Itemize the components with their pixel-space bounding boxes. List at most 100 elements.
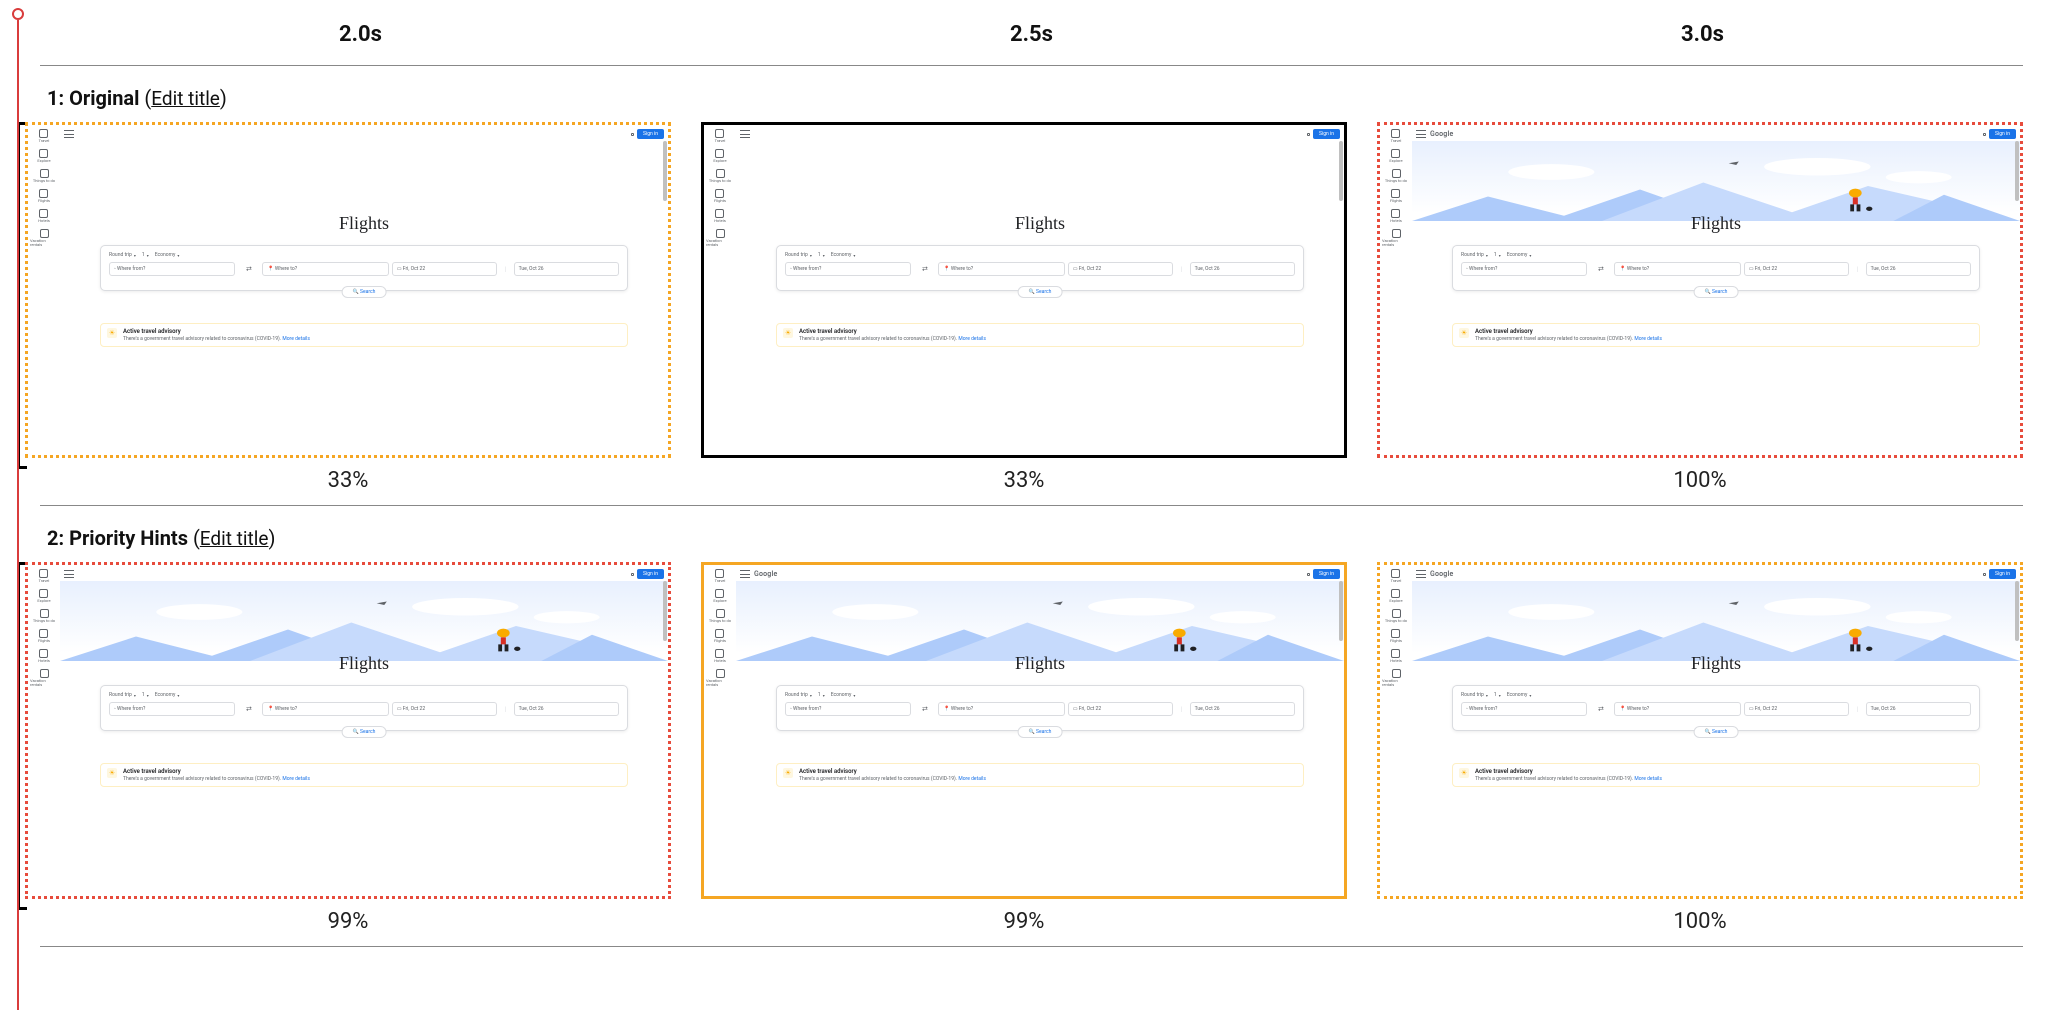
flights-page-title: Flights — [60, 653, 668, 674]
filmstrip-frame[interactable]: TravelExploreThings to doFlightsHotelsVa… — [701, 122, 1347, 493]
sidebar-item: Hotels — [38, 649, 50, 663]
signin-button: Sign in — [1989, 569, 2016, 579]
return-date-field: Tue, Oct 26 — [514, 262, 619, 276]
flights-hero — [1412, 141, 2020, 221]
time-label-1: 2.5s — [711, 22, 1352, 47]
flights-topbar: Sign in — [64, 127, 664, 141]
sidebar-item: Vacation rentals — [30, 669, 58, 687]
advisory-more-link: More details — [1634, 776, 1662, 782]
filmstrip-frame[interactable]: TravelExploreThings to doFlightsHotelsVa… — [25, 562, 671, 933]
row-title: 1: Original (Edit title) — [25, 66, 2023, 122]
pax-chip: 1 — [818, 692, 825, 698]
filmstrip-frame[interactable]: TravelExploreThings to doFlightsHotelsVa… — [25, 122, 671, 493]
advisory-more-link: More details — [958, 776, 986, 782]
sidebar-item: Travel — [1391, 129, 1402, 143]
signin-button: Sign in — [1313, 129, 1340, 139]
sidebar-item: Things to do — [33, 169, 55, 183]
flights-page-title: Flights — [1412, 213, 2020, 234]
frame-thumbnail[interactable]: TravelExploreThings to doFlightsHotelsVa… — [25, 562, 671, 898]
trip-chip: Round trip — [785, 252, 812, 258]
sidebar-item: Travel — [1391, 569, 1402, 583]
class-chip: Economy — [1507, 252, 1532, 258]
time-header-row: 2.0s 2.5s 3.0s — [25, 0, 2023, 65]
scrollbar-thumb — [1339, 581, 1343, 641]
pax-chip: 1 — [142, 692, 149, 698]
filmstrip-row: TravelExploreThings to doFlightsHotelsVa… — [25, 122, 2023, 493]
row-title: 2: Priority Hints (Edit title) — [25, 506, 2023, 562]
return-date-field: Tue, Oct 26 — [1866, 702, 1971, 716]
apps-icon — [631, 573, 634, 576]
time-label-0: 2.0s — [40, 22, 681, 47]
sidebar-item: Travel — [715, 569, 726, 583]
sidebar-item: Flights — [714, 189, 726, 203]
signin-button: Sign in — [637, 129, 664, 139]
filmstrip-frame[interactable]: TravelExploreThings to doFlightsHotelsVa… — [1377, 122, 2023, 493]
sidebar-item: Hotels — [38, 209, 50, 223]
flights-search-card: Round trip 1 Economy ◦ Where from? ⇄ 📍 W… — [776, 245, 1304, 291]
edit-title-link[interactable]: Edit title — [151, 87, 220, 110]
warning-icon: ☀ — [1459, 768, 1469, 778]
filmstrip-frame[interactable]: TravelExploreThings to doFlightsHotelsVa… — [701, 562, 1347, 933]
advisory-more-link: More details — [1634, 336, 1662, 342]
sidebar-item: Hotels — [714, 649, 726, 663]
sidebar-item: Hotels — [1390, 649, 1402, 663]
filmstrip-frame[interactable]: TravelExploreThings to doFlightsHotelsVa… — [1377, 562, 2023, 933]
class-chip: Economy — [831, 252, 856, 258]
to-field: 📍 Where to? — [938, 702, 1064, 716]
flights-screenshot: TravelExploreThings to doFlightsHotelsVa… — [704, 125, 1344, 455]
to-field: 📍 Where to? — [262, 262, 388, 276]
swap-icon: ⇄ — [1590, 702, 1611, 716]
visual-complete-pct: 33% — [328, 468, 369, 493]
frame-thumbnail[interactable]: TravelExploreThings to doFlightsHotelsVa… — [701, 122, 1347, 458]
frame-thumbnail[interactable]: TravelExploreThings to doFlightsHotelsVa… — [1377, 122, 2023, 458]
sidebar-item: Explore — [37, 149, 50, 163]
flights-screenshot: TravelExploreThings to doFlightsHotelsVa… — [28, 565, 668, 895]
sidebar-item: Things to do — [1385, 609, 1407, 623]
travel-advisory-banner: ☀ Active travel advisory There's a gover… — [776, 323, 1304, 347]
swap-icon: ⇄ — [238, 262, 259, 276]
class-chip: Economy — [155, 252, 180, 258]
flights-page-title: Flights — [736, 653, 1344, 674]
scrollbar-thumb — [2015, 141, 2019, 201]
flights-search-card: Round trip 1 Economy ◦ Where from? ⇄ 📍 W… — [1452, 685, 1980, 731]
advisory-more-link: More details — [282, 336, 310, 342]
sidebar-item: Travel — [715, 129, 726, 143]
time-label-2: 3.0s — [1382, 22, 2023, 47]
flights-hero — [60, 581, 668, 661]
scrollbar-thumb — [663, 141, 667, 201]
filmstrip-row: Travel Explore Things to do Flights Hotels Va… — [25, 562, 2023, 933]
frame-thumbnail[interactable]: TravelExploreThings to doFlightsHotelsVa… — [701, 562, 1347, 898]
signin-button: Sign in — [1989, 129, 2016, 139]
flights-topbar: Google Sign in — [740, 567, 1340, 581]
flights-topbar: Sign in — [64, 567, 664, 581]
warning-icon: ☀ — [783, 328, 793, 338]
visual-complete-pct: 100% — [1673, 909, 1726, 934]
flights-screenshot: TravelExploreThings to doFlightsHotelsVa… — [28, 125, 668, 455]
trip-chip: Round trip — [1461, 692, 1488, 698]
pax-chip: 1 — [818, 252, 825, 258]
flights-sidebar: TravelExploreThings to doFlightsHotelsVa… — [704, 565, 736, 895]
sidebar-item: Explore — [713, 149, 726, 163]
pax-chip: 1 — [1494, 252, 1501, 258]
signin-button: Sign in — [1313, 569, 1340, 579]
frame-thumbnail[interactable]: TravelExploreThings to doFlightsHotelsVa… — [25, 122, 671, 458]
flights-search-card: Round trip 1 Economy ◦ Where from? ⇄ 📍 W… — [776, 685, 1304, 731]
warning-icon: ☀ — [107, 328, 117, 338]
divider — [40, 946, 2023, 947]
flights-hero — [1412, 581, 2020, 661]
flights-topbar: Sign in — [740, 127, 1340, 141]
search-button: 🔍 Search — [342, 726, 387, 738]
frame-thumbnail[interactable]: TravelExploreThings to doFlightsHotelsVa… — [1377, 562, 2023, 898]
sidebar-item: Explore — [713, 589, 726, 603]
flights-topbar: Google Sign in — [1416, 567, 2016, 581]
search-button: 🔍 Search — [342, 286, 387, 298]
return-date-field: Tue, Oct 26 — [1190, 262, 1295, 276]
class-chip: Economy — [831, 692, 856, 698]
to-field: 📍 Where to? — [938, 262, 1064, 276]
swap-icon: ⇄ — [914, 262, 935, 276]
edit-title-link[interactable]: Edit title — [200, 527, 269, 550]
hamburger-icon — [740, 130, 750, 138]
sidebar-item: Things to do — [709, 169, 731, 183]
visual-complete-pct: 99% — [1004, 909, 1045, 934]
scrollbar-thumb — [663, 581, 667, 641]
